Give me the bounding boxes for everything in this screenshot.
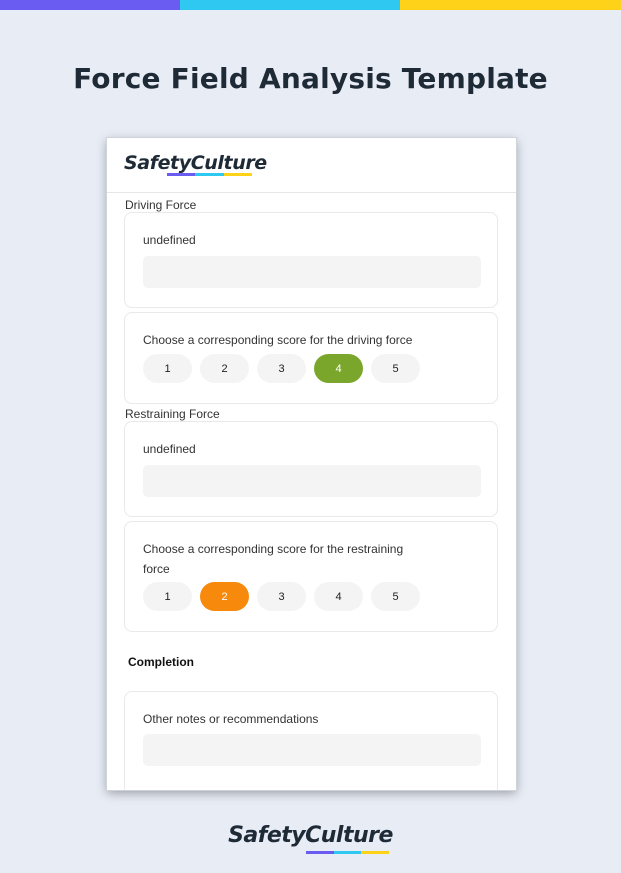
driving-force-label: Driving Force [125, 198, 197, 212]
driving-score-5[interactable]: 5 [371, 354, 420, 383]
notes-card: Other notes or recommendations [124, 691, 498, 790]
app-header: SafetyCulture [107, 138, 516, 193]
completion-heading: Completion [128, 655, 194, 669]
app-preview-window: SafetyCulture Driving Force undefined Ch… [107, 138, 516, 790]
restraining-score-question-line2: force [143, 562, 170, 576]
top-bar-yellow [400, 0, 621, 10]
driving-force-input[interactable] [143, 256, 481, 288]
top-color-bar [0, 0, 621, 10]
footer-logo-underline [306, 851, 390, 854]
notes-label: Other notes or recommendations [143, 712, 319, 726]
driving-score-2[interactable]: 2 [200, 354, 249, 383]
restraining-score-1[interactable]: 1 [143, 582, 192, 611]
driving-score-4-selected[interactable]: 4 [314, 354, 363, 383]
safetyculture-logo: SafetyCulture [124, 152, 267, 174]
footer-safetyculture-logo: SafetyCulture [228, 823, 393, 848]
driving-field-label: undefined [143, 233, 196, 247]
restraining-force-input[interactable] [143, 465, 481, 497]
restraining-score-card: Choose a corresponding score for the res… [124, 521, 498, 632]
restraining-field-label: undefined [143, 442, 196, 456]
restraining-score-options: 1 2 3 4 5 [143, 582, 420, 611]
top-bar-cyan [180, 0, 400, 10]
notes-input[interactable] [143, 734, 481, 766]
restraining-score-question-line1: Choose a corresponding score for the res… [143, 542, 404, 556]
driving-score-options: 1 2 3 4 5 [143, 354, 420, 383]
restraining-score-4[interactable]: 4 [314, 582, 363, 611]
restraining-force-text-card: undefined [124, 421, 498, 517]
page-title: Force Field Analysis Template [73, 62, 548, 95]
top-bar-purple [0, 0, 180, 10]
driving-score-1[interactable]: 1 [143, 354, 192, 383]
driving-score-3[interactable]: 3 [257, 354, 306, 383]
restraining-score-2-selected[interactable]: 2 [200, 582, 249, 611]
restraining-score-5[interactable]: 5 [371, 582, 420, 611]
restraining-force-label: Restraining Force [125, 407, 220, 421]
logo-underline [167, 173, 252, 176]
driving-force-text-card: undefined [124, 212, 498, 308]
driving-score-question: Choose a corresponding score for the dri… [143, 333, 413, 347]
restraining-score-3[interactable]: 3 [257, 582, 306, 611]
driving-score-card: Choose a corresponding score for the dri… [124, 312, 498, 404]
